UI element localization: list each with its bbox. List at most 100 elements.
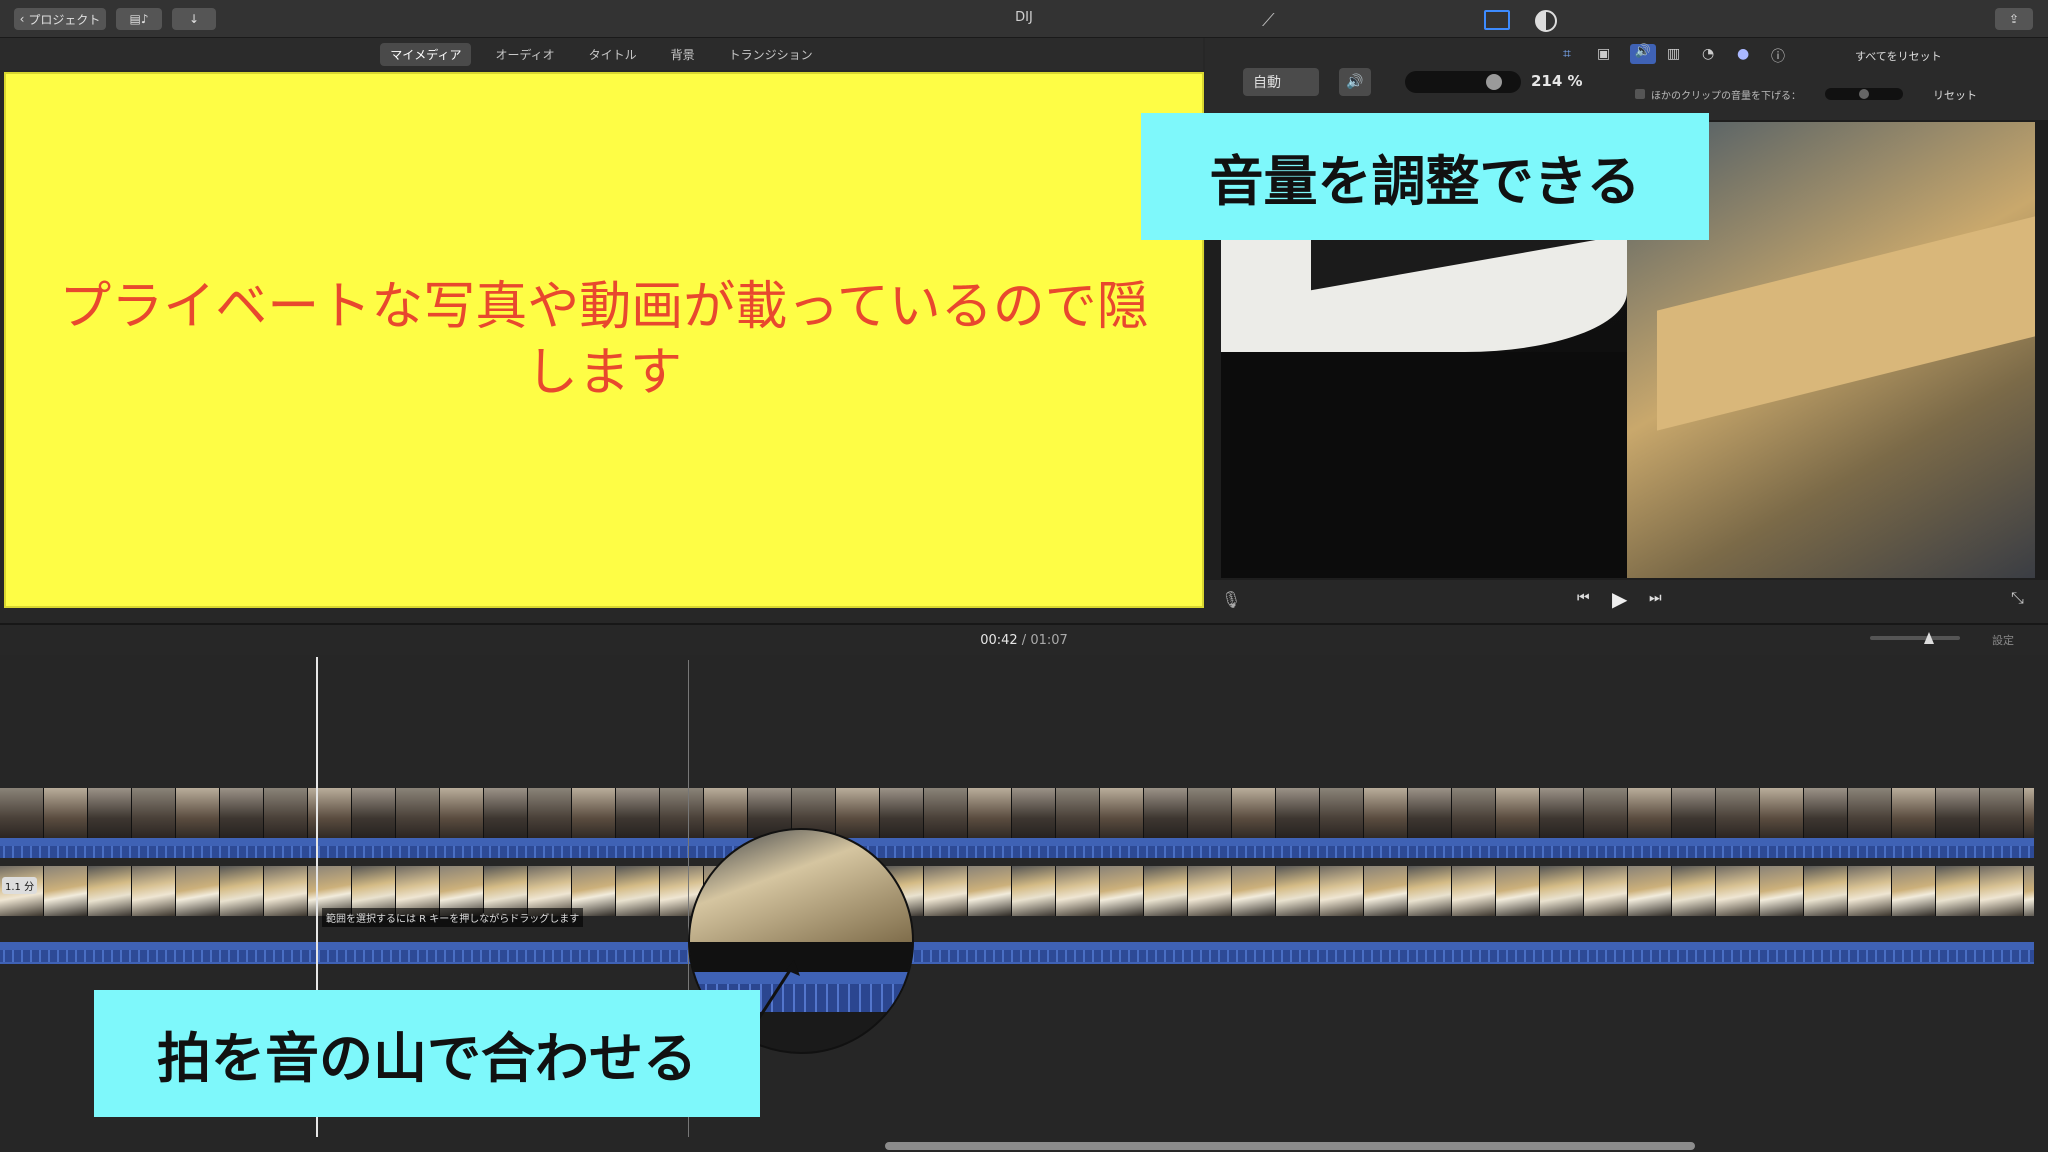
equalizer-icon[interactable]: ▥ (1667, 46, 1680, 62)
clip-thumbnail-frame (1716, 788, 1760, 838)
tab-backgrounds[interactable]: 背景 (661, 43, 705, 66)
skip-back-icon[interactable]: ⏮ (1577, 590, 1590, 606)
clip-thumbnail-frame (1100, 788, 1144, 838)
clip-thumbnail-frame (924, 866, 968, 916)
callout-beat: 拍を音の山で合わせる (94, 990, 760, 1117)
reset-button[interactable]: リセット (1933, 87, 1977, 103)
clip-thumbnail-frame (1188, 788, 1232, 838)
speed-icon[interactable]: ◔ (1702, 46, 1714, 62)
clip-track-1[interactable] (0, 788, 2034, 858)
clip-2-waveform[interactable] (0, 942, 2034, 964)
clip-thumbnail-frame (1628, 866, 1672, 916)
crop-display-icon[interactable] (1484, 10, 1510, 30)
zoom-slider[interactable] (1870, 632, 1960, 644)
lower-others-slider[interactable] (1825, 88, 1903, 100)
lower-others-slider-knob[interactable] (1859, 89, 1869, 99)
window-title: DIJ (1015, 10, 1033, 25)
clip-1-filmstrip[interactable] (0, 788, 2034, 838)
volume-slider[interactable] (1405, 71, 1521, 93)
magic-wand-icon[interactable]: ⟋ (1262, 10, 1275, 31)
current-time: 00:42 (980, 633, 1018, 648)
clip-thumbnail-frame (1628, 788, 1672, 838)
clip-thumbnail-frame (1012, 866, 1056, 916)
volume-icon[interactable]: 🔊 (1630, 44, 1656, 64)
clip-1-waveform[interactable] (0, 838, 2034, 858)
tab-transitions[interactable]: トランジション (719, 43, 823, 66)
microphone-icon[interactable]: 🎙 (1221, 590, 1241, 609)
time-separator: / (1021, 633, 1027, 648)
clip-thumbnail-frame (1804, 788, 1848, 838)
clip-duration-badge: 1.1 分 (2, 877, 38, 894)
clip-thumbnail-frame (220, 866, 264, 916)
magnified-frame (690, 830, 912, 942)
bass-neck-maple (1657, 213, 2035, 431)
clip-thumbnail-frame (1232, 788, 1276, 838)
share-icon: ⇪ (2008, 12, 2020, 26)
clip-thumbnail-frame (132, 866, 176, 916)
clip-thumbnail-frame (1496, 866, 1540, 916)
clip-thumbnail-frame (1936, 788, 1980, 838)
clip-thumbnail-frame (616, 866, 660, 916)
skip-forward-icon[interactable]: ⏭ (1649, 590, 1662, 606)
clip-thumbnail-frame (1056, 866, 1100, 916)
tab-audio[interactable]: オーディオ (485, 43, 564, 66)
clip-thumbnail-frame (528, 788, 572, 838)
info-icon[interactable]: ⓘ (1771, 46, 1785, 66)
play-icon[interactable]: ▶ (1612, 587, 1627, 611)
clip-thumbnail-frame (264, 866, 308, 916)
clip-thumbnail-frame (968, 866, 1012, 916)
privacy-cover-overlay: プライベートな写真や動画が載っているので隠します (4, 72, 1204, 608)
clip-thumbnail-frame (44, 866, 88, 916)
clip-thumbnail-frame (220, 788, 264, 838)
camera-icon[interactable]: ▣ (1597, 46, 1610, 62)
clip-thumbnail-frame (396, 788, 440, 838)
tab-titles[interactable]: タイトル (579, 43, 647, 66)
media-browser-tabs: マイメディア オーディオ タイトル 背景 トランジション (0, 38, 1203, 70)
clip-thumbnail-frame (176, 788, 220, 838)
clip-thumbnail-frame (1936, 866, 1980, 916)
callout-volume-text: 音量を調整できる (1209, 150, 1641, 213)
clip-thumbnail-frame (1848, 788, 1892, 838)
timeline-scrollbar[interactable] (885, 1142, 1695, 1150)
color-filter-icon[interactable]: ● (1737, 46, 1749, 62)
imovie-window: ‹ プロジェクト ▤♪ ↓ DIJ ⟋ ⇪ マイメディア オーディオ タイトル … (0, 0, 2048, 1152)
clip-thumbnail-frame (1804, 866, 1848, 916)
timeline-settings-button[interactable]: 設定 (1992, 632, 2014, 648)
clip-track-2[interactable] (0, 866, 2034, 964)
clip-thumbnail-frame (924, 788, 968, 838)
clip-thumbnail-frame (1100, 866, 1144, 916)
clip-thumbnail-frame (1540, 788, 1584, 838)
callout-beat-text: 拍を音の山で合わせる (157, 1027, 697, 1090)
clip-thumbnail-frame (132, 788, 176, 838)
tab-my-media[interactable]: マイメディア (380, 42, 472, 66)
color-balance-icon[interactable] (1535, 10, 1557, 32)
reset-all-button[interactable]: すべてをリセット (1855, 48, 1942, 64)
fullscreen-icon[interactable]: ⤡ (2011, 588, 2024, 608)
clip-2-filmstrip[interactable] (0, 866, 2034, 942)
clip-thumbnail-frame (1144, 866, 1188, 916)
clip-thumbnail-frame (1980, 788, 2024, 838)
clip-thumbnail-frame (88, 788, 132, 838)
guitar-body-black (1221, 352, 1627, 578)
clip-thumbnail-frame (1980, 866, 2024, 916)
crop-icon[interactable]: ⌗ (1563, 46, 1571, 62)
title-bar: ‹ プロジェクト ▤♪ ↓ DIJ ⟋ ⇪ (0, 0, 2048, 38)
clip-thumbnail-frame (308, 788, 352, 838)
lower-others-checkbox[interactable] (1635, 89, 1645, 99)
callout-volume: 音量を調整できる (1141, 113, 1709, 240)
clip-thumbnail-frame (968, 788, 1012, 838)
auto-volume-button[interactable]: 自動 (1243, 68, 1319, 96)
clip-thumbnail-frame (572, 788, 616, 838)
clip-thumbnail-frame (440, 788, 484, 838)
clip-thumbnail-frame (1848, 866, 1892, 916)
clip-thumbnail-frame (0, 788, 44, 838)
clip-thumbnail-frame (1188, 866, 1232, 916)
volume-percent: 214 % (1531, 72, 1583, 90)
clip-thumbnail-frame (1452, 788, 1496, 838)
mute-button[interactable]: 🔊 (1339, 68, 1371, 96)
clip-thumbnail-frame (1320, 866, 1364, 916)
volume-slider-knob[interactable] (1486, 74, 1503, 90)
pane-divider[interactable] (0, 623, 2048, 625)
clip-thumbnail-frame (1892, 866, 1936, 916)
share-button[interactable]: ⇪ (1995, 8, 2033, 30)
